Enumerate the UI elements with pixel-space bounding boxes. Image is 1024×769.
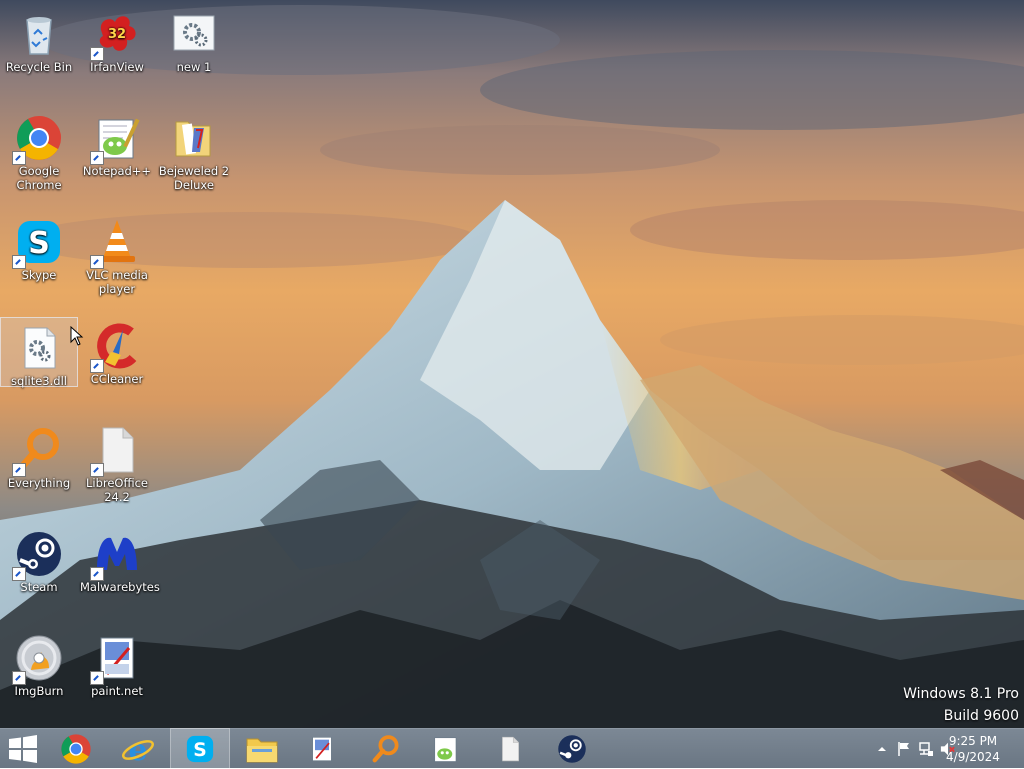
- settings-file-icon: [170, 10, 218, 58]
- desktop-icon-new1[interactable]: new 1: [156, 4, 232, 104]
- recycle-bin-icon: [15, 10, 63, 58]
- shortcut-arrow-icon: [90, 47, 104, 61]
- start-button[interactable]: [0, 729, 46, 769]
- folder-icon: [170, 114, 218, 162]
- clock-date: 4/9/2024: [946, 750, 1000, 764]
- desktop-icon-steam[interactable]: Steam: [1, 524, 77, 624]
- shortcut-arrow-icon: [12, 151, 26, 165]
- watermark-build: Build 9600: [943, 708, 1019, 724]
- windows-version-watermark: Windows 8.1 Pro Build 9600: [903, 683, 1019, 727]
- desktop[interactable]: Recycle Bin 32 IrfanView new 1 Google Ch…: [0, 0, 1024, 728]
- shortcut-arrow-icon: [12, 463, 26, 477]
- windows-logo-icon: [9, 735, 37, 763]
- taskbar-skype[interactable]: S: [170, 728, 230, 769]
- notification-area: 9:25 PM 4/9/2024: [844, 729, 1024, 769]
- desktop-icon-skype[interactable]: S Skype: [1, 212, 77, 312]
- skype-icon: S: [12, 218, 63, 269]
- paintnet-label: paint.net: [91, 684, 143, 698]
- irfanview-icon: 32: [90, 10, 141, 61]
- vlc-label: VLC media player: [86, 268, 148, 296]
- desktop-icon-google-chrome[interactable]: Google Chrome: [1, 108, 77, 208]
- ccleaner-icon: [90, 322, 141, 373]
- desktop-icon-notepadpp[interactable]: Notepad++: [79, 108, 155, 208]
- taskbar-internet-explorer[interactable]: e: [108, 729, 168, 769]
- steam-label: Steam: [20, 580, 58, 594]
- libreoffice-icon: [90, 426, 141, 477]
- watermark-edition: Windows 8.1 Pro: [903, 686, 1019, 702]
- shortcut-arrow-icon: [12, 671, 26, 685]
- dll-file-icon: [15, 324, 63, 372]
- flag-icon[interactable]: [896, 741, 912, 757]
- bejeweled-label: Bejeweled 2 Deluxe: [158, 164, 230, 192]
- notepadpp-icon: [434, 737, 457, 762]
- shortcut-arrow-icon: [90, 359, 104, 373]
- google-chrome-label: Google Chrome: [16, 164, 62, 192]
- svg-text:S: S: [28, 226, 50, 261]
- chrome-icon: [12, 114, 63, 165]
- recycle-bin-label: Recycle Bin: [5, 60, 73, 74]
- irfanview-label: IrfanView: [90, 60, 144, 74]
- shortcut-arrow-icon: [90, 671, 104, 685]
- paintnet-icon: [312, 737, 332, 761]
- file-explorer-icon: [246, 738, 278, 763]
- desktop-icon-paintnet[interactable]: paint.net: [79, 628, 155, 728]
- chevron-up-icon[interactable]: [874, 741, 890, 757]
- taskbar-notepadpp[interactable]: [416, 729, 476, 769]
- taskbar-everything[interactable]: [356, 729, 416, 769]
- shortcut-arrow-icon: [90, 463, 104, 477]
- taskbar-file-explorer[interactable]: [232, 729, 292, 769]
- desktop-icon-malwarebytes[interactable]: Malwarebytes: [79, 524, 160, 624]
- desktop-icon-vlc[interactable]: VLC media player: [79, 212, 155, 312]
- desktop-icon-recycle-bin[interactable]: Recycle Bin: [1, 4, 77, 104]
- system-clock[interactable]: 9:25 PM 4/9/2024: [938, 733, 1008, 765]
- notepadpp-label: Notepad++: [82, 164, 152, 178]
- steam-icon: [558, 735, 586, 763]
- steam-icon: [12, 530, 63, 581]
- shortcut-arrow-icon: [12, 255, 26, 269]
- malwarebytes-label: Malwarebytes: [80, 580, 160, 594]
- taskbar: e S 9:25 PM 4/9/2024: [0, 728, 1024, 769]
- libreoffice-icon: [502, 736, 519, 762]
- taskbar-chrome[interactable]: [46, 729, 106, 769]
- new1-label: new 1: [176, 60, 212, 74]
- libreoffice-label: LibreOffice 24.2: [85, 476, 149, 504]
- shortcut-arrow-icon: [90, 151, 104, 165]
- desktop-icon-sqlite3[interactable]: sqlite3.dll: [0, 317, 78, 388]
- taskbar-libreoffice[interactable]: [480, 729, 540, 769]
- search-magnifier-icon: [372, 735, 399, 763]
- mouse-cursor-icon: [70, 326, 84, 346]
- ie-icon: e: [122, 733, 154, 765]
- svg-text:32: 32: [108, 27, 126, 42]
- shortcut-arrow-icon: [12, 567, 26, 581]
- clock-time: 9:25 PM: [948, 734, 998, 748]
- desktop-icon-everything[interactable]: Everything: [1, 420, 77, 520]
- skype-label: Skype: [21, 268, 57, 282]
- shortcut-arrow-icon: [90, 567, 104, 581]
- svg-text:S: S: [193, 740, 207, 761]
- taskbar-steam[interactable]: [542, 729, 602, 769]
- desktop-icon-ccleaner[interactable]: CCleaner: [79, 316, 155, 416]
- network-icon[interactable]: [918, 741, 934, 757]
- desktop-icon-imgburn[interactable]: ImgBurn: [1, 628, 77, 728]
- paintnet-icon: [90, 634, 141, 685]
- taskbar-paintnet[interactable]: [292, 729, 352, 769]
- search-magnifier-icon: [12, 426, 63, 477]
- sqlite3-label: sqlite3.dll: [11, 374, 67, 388]
- disc-icon: [12, 634, 63, 685]
- shortcut-arrow-icon: [90, 255, 104, 269]
- desktop-icon-libreoffice[interactable]: LibreOffice 24.2: [79, 420, 155, 520]
- notepadpp-icon: [90, 114, 141, 165]
- vlc-icon: [90, 218, 141, 269]
- svg-text:e: e: [128, 733, 147, 765]
- desktop-icon-bejeweled[interactable]: Bejeweled 2 Deluxe: [156, 108, 232, 208]
- ccleaner-label: CCleaner: [90, 372, 144, 386]
- malwarebytes-icon: [90, 530, 141, 581]
- desktop-icon-irfanview[interactable]: 32 IrfanView: [79, 4, 155, 104]
- everything-label: Everything: [7, 476, 71, 490]
- imgburn-label: ImgBurn: [14, 684, 64, 698]
- chrome-icon: [61, 734, 91, 764]
- skype-icon: S: [186, 735, 214, 763]
